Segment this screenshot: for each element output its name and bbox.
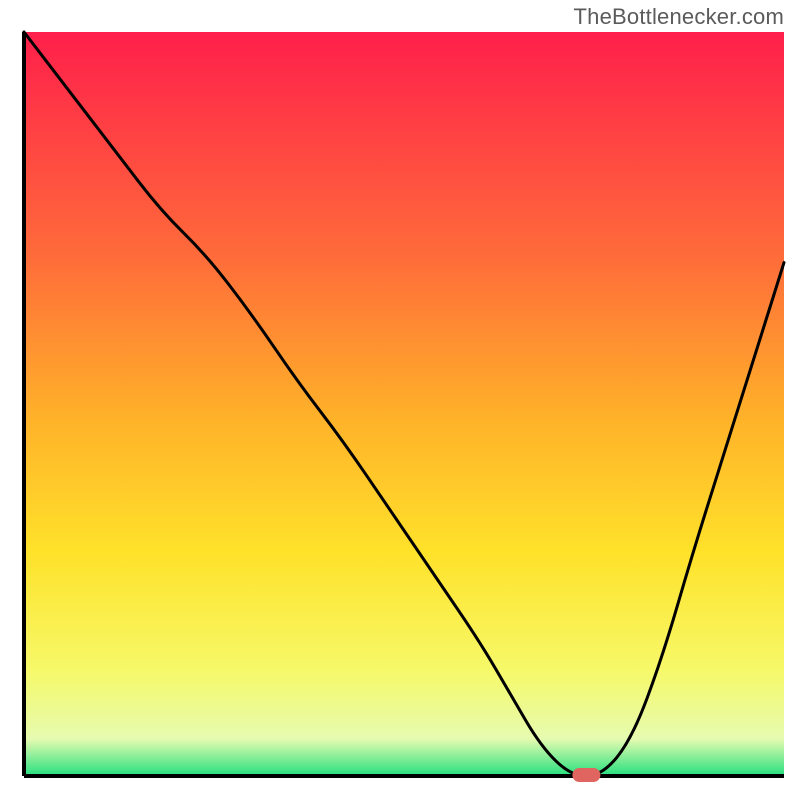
plot-background	[24, 32, 784, 776]
watermark-text: TheBottlenecker.com	[574, 4, 784, 30]
optimal-marker	[572, 768, 600, 782]
bottleneck-chart	[0, 0, 800, 800]
chart-container: { "watermark": "TheBottlenecker.com", "c…	[0, 0, 800, 800]
